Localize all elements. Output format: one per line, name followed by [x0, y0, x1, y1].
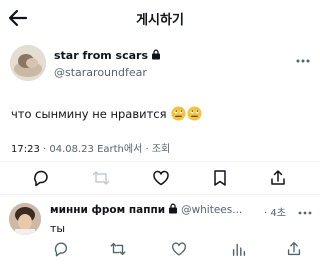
lock-icon: [151, 49, 161, 63]
like-icon[interactable]: [170, 240, 190, 260]
author-handle[interactable]: @stararoundfear: [54, 66, 147, 79]
tweet-text-content: что сынмину не нравится: [11, 107, 167, 121]
retweet-icon[interactable]: [91, 168, 111, 188]
tweet-time: 17:23: [11, 144, 40, 155]
author-name[interactable]: star from scars: [54, 49, 161, 63]
lock-icon: [168, 203, 178, 217]
divider: [0, 194, 320, 195]
reply-author[interactable]: минни фром паппи @whitees...: [50, 203, 242, 217]
avatar[interactable]: [9, 203, 41, 235]
reply-author-name: минни фром паппи: [50, 204, 166, 216]
tweet-date-source: · 04.08.23 Earth에서 · 조회: [39, 144, 171, 155]
author-name-text: star from scars: [54, 49, 149, 62]
retweet-icon[interactable]: [109, 240, 129, 260]
reply-author-handle: @whitees...: [181, 204, 243, 216]
avatar[interactable]: [10, 45, 46, 81]
tweet-text: что сынмину не нравится: [11, 106, 202, 124]
eye-roll-face-icon: [187, 106, 202, 124]
like-icon[interactable]: [151, 168, 171, 188]
top-bar: 게시하기: [0, 0, 320, 36]
share-icon[interactable]: [268, 168, 288, 188]
reply-icon[interactable]: [52, 240, 72, 260]
reply-text: ты: [50, 222, 66, 235]
reply-icon[interactable]: [31, 168, 51, 188]
page-title: 게시하기: [136, 13, 184, 28]
divider: [0, 161, 320, 162]
views-icon[interactable]: [230, 240, 250, 260]
more-options-icon[interactable]: [296, 204, 314, 216]
reply-time[interactable]: · 4초: [264, 204, 286, 219]
eye-roll-face-icon: [171, 106, 186, 124]
more-options-icon[interactable]: [294, 52, 312, 64]
bookmark-icon[interactable]: [210, 168, 230, 188]
share-icon[interactable]: [285, 240, 305, 260]
tweet-meta: 17:23 · 04.08.23 Earth에서 · 조회: [11, 140, 170, 155]
